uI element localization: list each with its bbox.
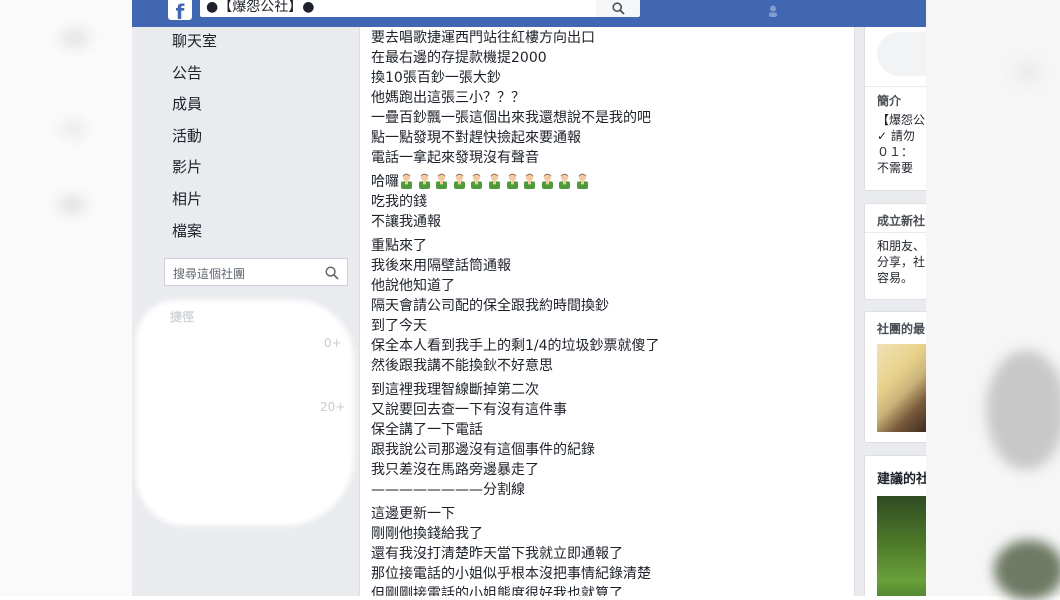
shortcut-count: 0+ <box>324 336 342 350</box>
post-paragraph: 要去唱歌捷運西門站往紅樓方向出口 在最右邊的存提款機提2000 換10張百鈔一張… <box>371 28 841 168</box>
blur-spot <box>986 350 1060 470</box>
post-paragraph: 重點來了 我後來用隔壁話筒通報 他說他知道了 隔天會請公司配的保全跟我約時間換鈔… <box>371 236 841 376</box>
create-group-title[interactable]: 成立新社 <box>877 212 925 229</box>
profile-icon[interactable] <box>768 2 778 17</box>
post-text: 要去唱歌捷運西門站往紅樓方向出口 在最右邊的存提款機提2000 換10張百鈔一張… <box>371 28 841 596</box>
group-search-field[interactable]: 搜尋這個社團 <box>164 258 348 286</box>
post-line: 那位接電話的小姐似乎根本沒把事情紀錄清楚 <box>371 566 651 582</box>
create-group-card: 成立新社 和朋友、 分享，社 容易。 <box>864 203 926 300</box>
nav-members[interactable]: 成員 <box>172 90 352 122</box>
post-line: 一疊百鈔飄一張這個出來我還想說不是我的吧 <box>371 110 651 126</box>
post-line: 我後來用隔壁話筒通報 <box>371 258 511 274</box>
person-emoji-icon <box>436 173 448 189</box>
search-icon <box>325 265 339 284</box>
nav-announcements[interactable]: 公告 <box>172 59 352 91</box>
recent-media-title: 社團的最 <box>877 322 926 336</box>
about-line: 【爆怨公 <box>877 113 926 127</box>
blur-spot <box>60 28 90 48</box>
right-blur-margin <box>926 0 1060 600</box>
person-emoji-icon <box>488 173 500 189</box>
post-line: 但剛剛接電話的小姐態度很好我也就算了 <box>371 586 623 596</box>
about-line: ０１： <box>877 145 914 159</box>
post-line: 又說要回去查一下有沒有這件事 <box>371 402 567 418</box>
blur-spot <box>1012 60 1042 84</box>
post-line: 保全講了一下電話 <box>371 422 483 438</box>
search-icon <box>611 2 625 15</box>
person-emoji-icon <box>559 173 571 189</box>
nav-photos[interactable]: 相片 <box>172 185 352 217</box>
facebook-logo[interactable]: f <box>168 0 192 20</box>
post-line: ————————分割線 <box>371 482 525 498</box>
shortcuts-label: 捷徑 <box>170 310 195 324</box>
post-line: 到這裡我理智線斷掉第二次 <box>371 382 539 398</box>
shortcut-count: 20+ <box>320 400 346 414</box>
right-sidebar: 簡介 【爆怨公 ✓ 請勿 ０１： 不需要 成立新社 和朋友、 分享，社 容易。 … <box>864 27 926 596</box>
recent-photo[interactable] <box>877 344 926 432</box>
create-group-line: 容易。 <box>877 271 914 285</box>
person-emoji-icon <box>541 173 553 189</box>
post-paragraph: 到這裡我理智線斷掉第二次 又說要回去查一下有沒有這件事 保全講了一下電話 跟我說… <box>371 380 841 500</box>
post-line: 他說他知道了 <box>371 278 455 294</box>
cover-thumbnail <box>877 32 926 76</box>
post-line: 這邊更新一下 <box>371 506 455 522</box>
emoji-row <box>399 173 593 190</box>
about-line: ✓ 請勿 <box>877 129 915 143</box>
suggested-group-thumbnail[interactable] <box>877 496 926 596</box>
facebook-group-page: f ●【爆怨公社】● 聊天室 公告 成員 活動 影片 相片 檔案 搜尋這個社團 <box>132 0 926 596</box>
post-line: 在最右邊的存提款機提2000 <box>371 50 547 66</box>
search-button[interactable] <box>596 0 640 17</box>
blur-spot <box>994 540 1060 600</box>
post-line-text: 哈囉 <box>371 174 399 190</box>
post-line: 點一點發現不對趕快撿起來要通報 <box>371 130 581 146</box>
person-emoji-icon <box>401 173 412 189</box>
about-title: 簡介 <box>877 94 902 108</box>
post-line: 重點來了 <box>371 238 427 254</box>
person-emoji-icon <box>453 173 465 189</box>
post-line: 他媽跑出這張三小？？？ <box>371 90 525 106</box>
post-line: 換10張百鈔一張大鈔 <box>371 70 501 86</box>
post-paragraph: 這邊更新一下 剛剛他換錢給我了 還有我沒打清楚昨天當下我就立即通報了 那位接電話… <box>371 504 841 596</box>
nav-chat-room[interactable]: 聊天室 <box>172 27 352 59</box>
post-line: 不讓我通報 <box>371 214 441 230</box>
top-bar: f ●【爆怨公社】● <box>132 0 926 27</box>
post-line: 然後跟我講不能換鈥不好意思 <box>371 358 553 374</box>
nav-events[interactable]: 活動 <box>172 122 352 154</box>
post-line: 哈囉 <box>371 172 841 192</box>
left-blur-margin <box>0 0 132 596</box>
person-emoji-icon <box>418 173 430 189</box>
nav-videos[interactable]: 影片 <box>172 153 352 185</box>
create-group-line: 和朋友、 <box>877 239 926 253</box>
post-line: 到了今天 <box>371 318 427 334</box>
about-card: 簡介 【爆怨公 ✓ 請勿 ０１： 不需要 <box>864 27 926 191</box>
blur-spot <box>58 196 86 214</box>
create-group-line: 分享，社 <box>877 255 926 269</box>
post-line: 跟我說公司那邊沒有這個事件的紀錄 <box>371 442 595 458</box>
recent-media-card: 社團的最 <box>864 311 926 443</box>
blur-spot <box>60 120 86 138</box>
person-emoji-icon <box>506 173 518 189</box>
nav-files[interactable]: 檔案 <box>172 217 352 249</box>
post-paragraph: 哈囉 吃我的錢 不讓我通報 <box>371 172 841 232</box>
post-line: 要去唱歌捷運西門站往紅樓方向出口 <box>371 30 595 46</box>
person-emoji-icon <box>576 173 588 189</box>
post-line: 隔天會請公司配的保全跟我約時間換鈔 <box>371 298 609 314</box>
post-line: 吃我的錢 <box>371 194 427 210</box>
person-emoji-icon <box>524 173 536 189</box>
about-line: 不需要 <box>877 161 914 175</box>
search-input[interactable]: ●【爆怨公社】● <box>200 0 596 17</box>
post-body: 要去唱歌捷運西門站往紅樓方向出口 在最右邊的存提款機提2000 換10張百鈔一張… <box>359 27 855 596</box>
post-line: 我只差沒在馬路旁邊暴走了 <box>371 462 539 478</box>
person-emoji-icon <box>471 173 483 189</box>
suggested-groups-card: 建議的社 <box>864 455 926 596</box>
post-line: 還有我沒打清楚昨天當下我就立即通報了 <box>371 546 623 562</box>
suggested-groups-title: 建議的社 <box>877 472 926 487</box>
group-search-placeholder: 搜尋這個社團 <box>173 267 246 281</box>
post-line: 保全本人看到我手上的剩1/4的垃圾鈔票就傻了 <box>371 338 660 354</box>
post-line: 剛剛他換錢給我了 <box>371 526 483 542</box>
group-nav: 聊天室 公告 成員 活動 影片 相片 檔案 <box>172 27 352 248</box>
post-line: 電話一拿起來發現沒有聲音 <box>371 150 539 166</box>
